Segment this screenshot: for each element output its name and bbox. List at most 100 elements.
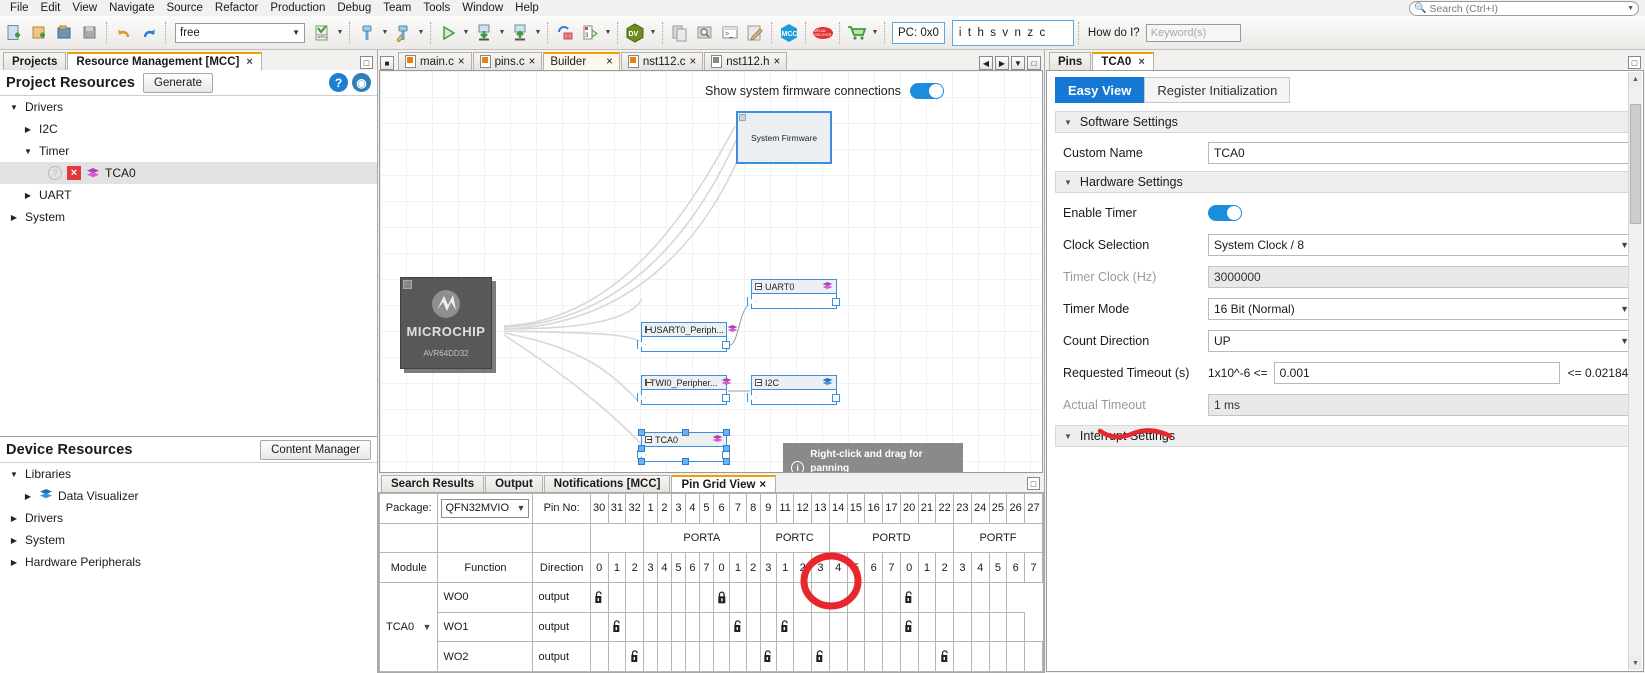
menu-item-help[interactable]: Help: [509, 0, 545, 16]
section-interrupt-settings[interactable]: ▼ Interrupt Settings: [1055, 425, 1635, 447]
help-grey-icon[interactable]: ?: [48, 166, 62, 180]
node-output-port[interactable]: [832, 298, 840, 306]
close-icon[interactable]: ×: [529, 56, 536, 68]
collapse-icon[interactable]: [645, 379, 652, 386]
pin-cell-unlocked[interactable]: [607, 611, 627, 643]
pin-cell-unlocked[interactable]: [775, 611, 795, 643]
pin-cell[interactable]: [1006, 611, 1025, 643]
editor-tab-builder[interactable]: Builder ×: [543, 52, 620, 70]
pin-cell[interactable]: [953, 641, 972, 672]
device-chip[interactable]: MICROCHIP AVR64DD32: [400, 277, 492, 369]
copy-file-icon[interactable]: [668, 21, 692, 45]
pin-cell[interactable]: [745, 611, 761, 643]
pin-cell[interactable]: [882, 611, 901, 643]
maximize-icon[interactable]: □: [1628, 56, 1641, 69]
chevron-right-icon[interactable]: ▶: [8, 558, 20, 567]
close-icon[interactable]: ×: [1138, 56, 1144, 68]
pin-cell[interactable]: [729, 641, 747, 672]
tree-item-tca0[interactable]: ? × TCA0: [0, 162, 377, 184]
pin-cell[interactable]: [729, 581, 747, 613]
keywords-input[interactable]: Keyword(s): [1145, 23, 1241, 42]
pin-cell[interactable]: [953, 581, 972, 613]
pin-cell[interactable]: [935, 611, 954, 643]
editor-tab-pins-c[interactable]: pins.c ×: [472, 52, 543, 70]
pin-grid-view[interactable]: Package: QFN32MVIO ▼ Pin No: 30 31 32 1 …: [378, 492, 1044, 673]
pin-cell[interactable]: [698, 611, 714, 643]
store-cart-icon[interactable]: [845, 21, 869, 45]
menu-item-source[interactable]: Source: [160, 0, 208, 16]
pin-cell-unlocked[interactable]: [589, 581, 609, 613]
scroll-left-icon[interactable]: ◀: [979, 56, 993, 70]
menu-item-refactor[interactable]: Refactor: [209, 0, 264, 16]
step-icon[interactable]: 3: [578, 21, 602, 45]
pin-cell[interactable]: [670, 641, 686, 672]
pin-cell[interactable]: [899, 641, 919, 672]
menu-item-file[interactable]: File: [4, 0, 35, 16]
pin-cell[interactable]: [657, 581, 672, 613]
move-handle-icon[interactable]: [403, 280, 412, 289]
node-usart0-peripheral[interactable]: USART0_Periph...: [637, 322, 738, 352]
tree-item-timer[interactable]: ▼ Timer: [0, 140, 377, 162]
node-input-port[interactable]: [747, 393, 756, 402]
delete-x-icon[interactable]: ×: [67, 166, 81, 180]
open-project-icon[interactable]: [53, 21, 77, 45]
custom-name-input[interactable]: TCA0: [1208, 142, 1635, 164]
menu-item-debug[interactable]: Debug: [331, 0, 377, 16]
package-select[interactable]: QFN32MVIO ▼: [441, 498, 530, 518]
pin-cell[interactable]: [811, 611, 830, 643]
tree-item-hardware-peripherals[interactable]: ▶ Hardware Peripherals: [0, 551, 377, 573]
pin-cell[interactable]: [846, 611, 866, 643]
chevron-down-icon[interactable]: ▼: [8, 103, 20, 112]
chevron-right-icon[interactable]: ▶: [22, 125, 34, 134]
module-cell[interactable]: TCA0 ▼: [379, 581, 439, 672]
chevron-down-icon[interactable]: ▼: [8, 470, 20, 479]
tab-list-icon[interactable]: ▼: [1011, 56, 1025, 70]
package-select-cell[interactable]: QFN32MVIO ▼: [437, 493, 534, 524]
chevron-down-icon[interactable]: ▼: [533, 21, 543, 45]
pin-cell-unlocked[interactable]: [729, 611, 747, 643]
chevron-down-icon[interactable]: ▼: [1064, 432, 1072, 441]
section-software-settings[interactable]: ▼ Software Settings: [1055, 111, 1635, 133]
configuration-combo[interactable]: free ▼: [175, 22, 305, 43]
pin-cell-unlocked[interactable]: [759, 641, 778, 672]
save-all-icon[interactable]: [78, 21, 102, 45]
register-initialization-button[interactable]: Register Initialization: [1144, 77, 1291, 103]
pin-cell[interactable]: [775, 641, 795, 672]
tree-item-data-visualizer[interactable]: ▶ Data Visualizer: [0, 485, 377, 507]
node-input-port[interactable]: [637, 393, 646, 402]
pin-cell[interactable]: [643, 611, 658, 643]
close-icon[interactable]: ×: [246, 56, 252, 68]
node-i2c[interactable]: I2C: [747, 375, 840, 405]
clean-build-icon[interactable]: [391, 21, 415, 45]
scroll-down-icon[interactable]: ▼: [1629, 656, 1642, 670]
pin-cell[interactable]: [607, 581, 627, 613]
scroll-right-icon[interactable]: ▶: [995, 56, 1009, 70]
tree-item-i2c[interactable]: ▶ I2C: [0, 118, 377, 140]
pin-cell[interactable]: [1006, 641, 1025, 672]
pin-cell[interactable]: [988, 611, 1008, 643]
requested-timeout-input[interactable]: 0.001: [1273, 362, 1560, 384]
chevron-right-icon[interactable]: ▶: [22, 191, 34, 200]
close-icon[interactable]: ×: [690, 56, 697, 68]
read-device-icon[interactable]: [508, 21, 532, 45]
pin-cell[interactable]: [828, 581, 848, 613]
node-input-port[interactable]: [637, 340, 646, 349]
new-project-icon[interactable]: [28, 21, 52, 45]
close-icon[interactable]: ×: [458, 56, 465, 68]
pin-cell[interactable]: [811, 581, 830, 613]
mplab-discover-icon[interactable]: MPLAB DISCOVER: [811, 21, 835, 45]
refresh-debug-icon[interactable]: [553, 21, 577, 45]
scroll-up-icon[interactable]: ▲: [1629, 72, 1642, 86]
tab-pins[interactable]: Pins: [1049, 52, 1092, 70]
resize-handle-mr[interactable]: [723, 445, 730, 452]
pin-cell[interactable]: [935, 581, 954, 613]
chevron-right-icon[interactable]: ▶: [8, 514, 20, 523]
pin-cell[interactable]: [988, 581, 1008, 613]
tab-overflow-icon[interactable]: ■: [380, 56, 394, 70]
pin-cell-unlocked[interactable]: [935, 641, 954, 672]
status-register-display[interactable]: i t h s v n z c: [951, 19, 1074, 46]
menu-item-tools[interactable]: Tools: [417, 0, 456, 16]
close-icon[interactable]: ×: [774, 56, 781, 68]
program-device-icon[interactable]: [472, 21, 496, 45]
pin-cell[interactable]: [759, 611, 778, 643]
